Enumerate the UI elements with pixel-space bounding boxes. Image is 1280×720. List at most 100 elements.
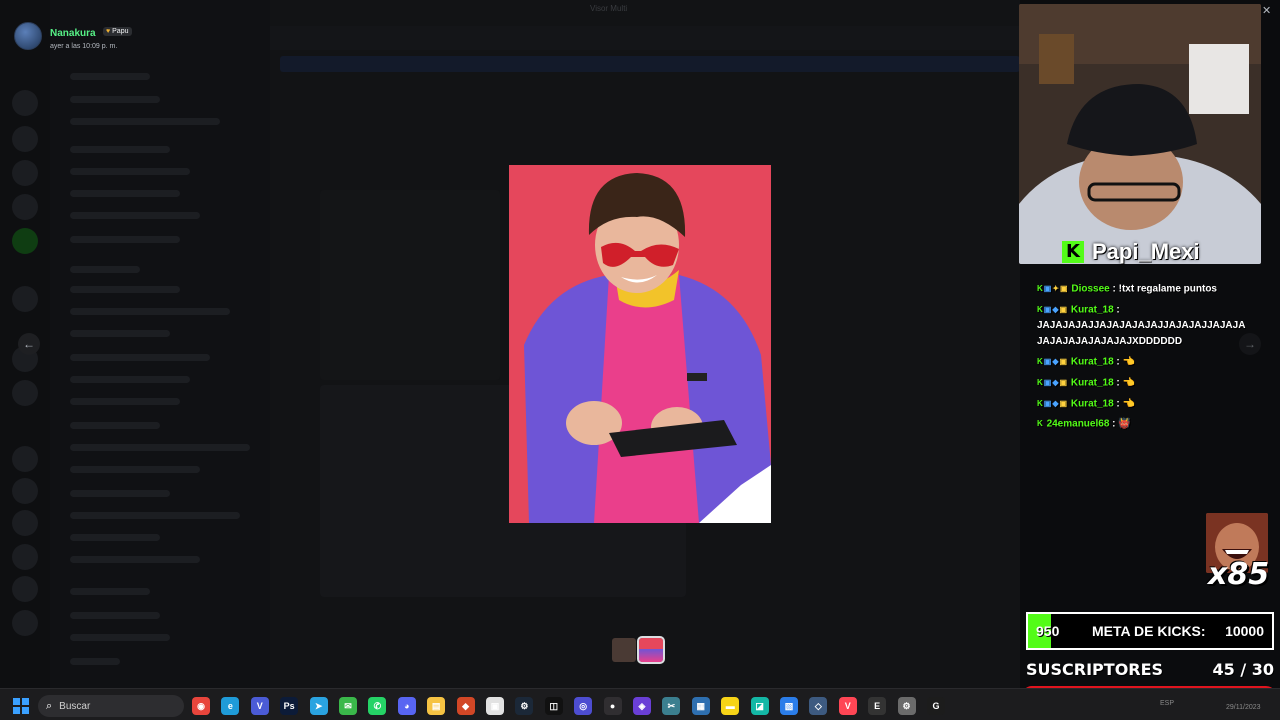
- avatar[interactable]: [14, 22, 42, 50]
- chat-text: JAJAJAJAJJAJAJAJAJAJJAJAJAJJAJAJAJAJAJAJ…: [1037, 320, 1246, 348]
- edge-icon[interactable]: e: [221, 697, 240, 715]
- channel-item: [70, 466, 200, 473]
- whatsapp-icon[interactable]: ✆: [368, 697, 387, 715]
- channel-item: [70, 376, 190, 383]
- close-icon[interactable]: ✕: [1262, 4, 1271, 17]
- settings-icon[interactable]: ⚙: [897, 697, 916, 715]
- channel-item: [70, 612, 160, 619]
- chat-text: 👈: [1122, 356, 1135, 368]
- emote-combo-count: x85: [1208, 557, 1270, 592]
- channel-item: [70, 118, 220, 125]
- roblox-icon[interactable]: ▣: [486, 697, 504, 715]
- chrome-icon[interactable]: ◉: [192, 697, 210, 715]
- messages-icon[interactable]: ✉: [339, 697, 357, 715]
- chat-user: Kurat_18: [1070, 304, 1114, 316]
- channel-item: [70, 444, 250, 451]
- channel-item: [70, 96, 160, 103]
- taskbar: ⌕ Buscar ◉ e V Ps ➤ ✉ ✆ ◕ ▤ ◆ ▣ ⚙ ◫ ◎ ● ◈ ✂ ▦ ▬ ◪ ▧ ◇ V E ⚙ G ESP…: [0, 688, 1280, 720]
- server-icon: [12, 544, 38, 570]
- terminal-icon[interactable]: ▬: [721, 697, 740, 715]
- chat-badges-icon: K▣◆▣: [1037, 357, 1069, 367]
- chat-message: K▣◆▣ Kurat_18 : 👈: [1037, 396, 1247, 413]
- server-icon: [12, 286, 38, 312]
- windows-start-icon[interactable]: [13, 698, 29, 714]
- logitech-icon[interactable]: G: [927, 697, 945, 715]
- chat-message: K 24emanuel68 : 👹: [1037, 416, 1247, 433]
- thumbnail-selected[interactable]: [637, 636, 665, 664]
- server-icon: [12, 160, 38, 186]
- explorer-icon[interactable]: ▤: [427, 697, 446, 715]
- channel-item: [70, 146, 170, 153]
- server-icon: [12, 194, 38, 220]
- taskbar-search[interactable]: ⌕ Buscar: [38, 695, 184, 717]
- vscode-icon[interactable]: ◪: [750, 697, 769, 715]
- launcher-icon[interactable]: ◈: [633, 697, 651, 715]
- search-icon: ⌕: [46, 699, 53, 712]
- server-icon: [12, 576, 38, 602]
- server-icon: [12, 610, 38, 636]
- server-icon: [12, 380, 38, 406]
- photo-person-with-wallet: [509, 165, 771, 523]
- thumbnail-strip: [612, 636, 665, 664]
- channel-header: [270, 26, 1020, 50]
- channel-item: [70, 73, 150, 80]
- chat-badges-icon: K▣✦▣: [1037, 284, 1069, 293]
- subs-goal: SUSCRIPTORES 45 / 30: [1026, 660, 1274, 679]
- chat-message: K▣◆▣ Kurat_18 : JAJAJAJAJJAJAJAJAJAJJAJA…: [1037, 302, 1247, 351]
- author-badge: ♥ Papu: [103, 26, 132, 36]
- channel-item: [70, 190, 180, 197]
- channel-item: [70, 236, 180, 243]
- discord-icon[interactable]: ◕: [397, 697, 416, 715]
- tray-language[interactable]: ESP: [1160, 700, 1174, 707]
- chat-badges-icon: K▣◆▣: [1037, 304, 1069, 314]
- kick-goal-widget: 950 META DE KICKS: 10000: [1026, 612, 1274, 650]
- kick-goal-label: META DE KICKS:: [1092, 623, 1206, 639]
- obs-icon[interactable]: ●: [603, 697, 622, 715]
- telegram-icon[interactable]: ➤: [309, 697, 328, 715]
- server-icon: [12, 446, 38, 472]
- author-name[interactable]: Nanakura: [50, 28, 96, 39]
- subs-count: 45 / 30: [1212, 660, 1274, 679]
- post-timestamp: ayer a las 10:09 p. m.: [50, 42, 118, 50]
- photoshop-icon[interactable]: Ps: [280, 697, 299, 715]
- chat-user: Kurat_18: [1070, 377, 1114, 389]
- valorant-icon[interactable]: V: [838, 697, 857, 715]
- notice-banner: [280, 56, 1020, 72]
- channel-item: [70, 588, 150, 595]
- files-icon[interactable]: ▧: [780, 697, 798, 715]
- server-icon: [12, 510, 38, 536]
- chat-user: Kurat_18: [1070, 356, 1114, 368]
- epic-icon[interactable]: E: [868, 697, 887, 715]
- notes-icon[interactable]: ▦: [691, 697, 710, 715]
- search-placeholder: Buscar: [59, 700, 91, 712]
- kick-goal-current: 950: [1036, 623, 1060, 639]
- arrow-left-icon[interactable]: ←: [18, 333, 40, 355]
- subs-label: SUSCRIPTORES: [1026, 660, 1164, 679]
- tools-icon[interactable]: ◇: [809, 697, 828, 715]
- capcut-icon[interactable]: ◫: [544, 697, 563, 715]
- vivaldi-icon[interactable]: V: [250, 697, 269, 715]
- chat-badges-icon: K▣◆▣: [1037, 377, 1069, 387]
- channel-item: [70, 634, 170, 641]
- steam-icon[interactable]: ⚙: [515, 697, 534, 715]
- snip-icon[interactable]: ✂: [662, 697, 681, 715]
- thumbnail[interactable]: [612, 638, 636, 662]
- chat-message: K▣✦▣ Diossee : !txt regalame puntos: [1037, 281, 1247, 298]
- channel-item: [70, 556, 200, 563]
- channel-item: [70, 490, 170, 497]
- channel-item: [70, 168, 190, 175]
- chat-text: 👹: [1118, 418, 1131, 430]
- channel-item: [70, 422, 160, 429]
- channel-item: [70, 286, 180, 293]
- office-icon[interactable]: ◆: [456, 697, 475, 715]
- tray-date[interactable]: 29/11/2023: [1226, 704, 1261, 711]
- channel-item: [70, 212, 200, 219]
- channel-item: [70, 534, 160, 541]
- chat-user: 24emanuel68: [1046, 418, 1110, 430]
- window-title: Visor Multi: [590, 4, 628, 13]
- server-icon: [12, 126, 38, 152]
- server-icon: [12, 228, 38, 254]
- ubisoft-icon[interactable]: ◎: [574, 697, 593, 715]
- server-icon: [12, 478, 38, 504]
- screen: Visor Multi ✕ Nanakura ♥ Papu ayer a las…: [0, 0, 1280, 720]
